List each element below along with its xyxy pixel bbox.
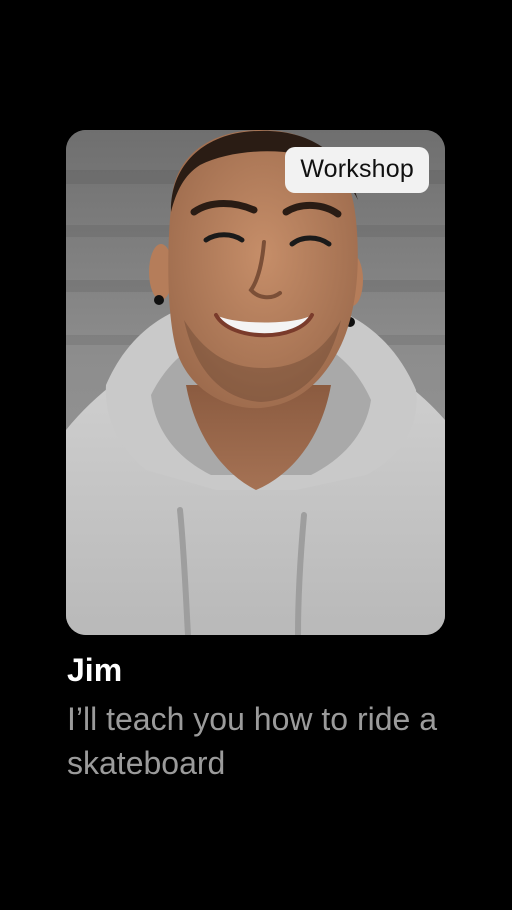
profile-name: Jim: [67, 652, 123, 688]
workshop-badge: Workshop: [285, 147, 429, 193]
profile-card[interactable]: Workshop: [66, 130, 445, 635]
profile-description: I’ll teach you how to ride a skateboard: [67, 701, 437, 781]
profile-photo: [66, 130, 445, 635]
